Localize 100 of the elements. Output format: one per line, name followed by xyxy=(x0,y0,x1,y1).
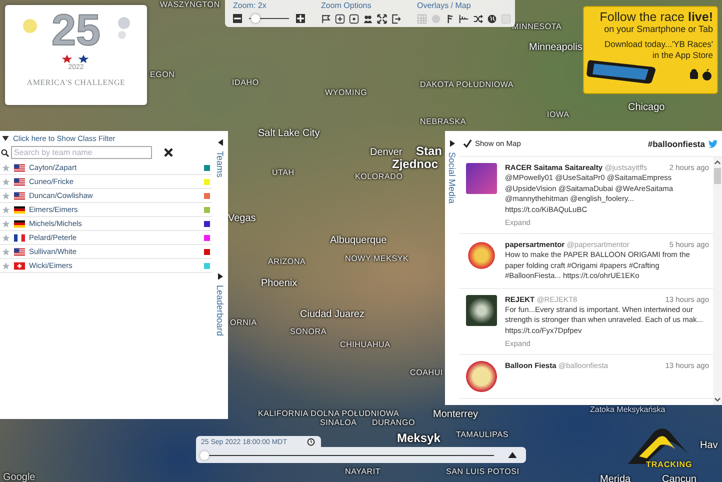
map-label: Phoenix xyxy=(261,278,298,289)
flag-icon xyxy=(14,262,25,270)
map-label: DURANGO xyxy=(372,418,415,427)
map-label: Hav xyxy=(700,440,718,451)
avatar-image xyxy=(466,361,497,392)
map-label: KOLORADO xyxy=(355,172,403,181)
expand-icon[interactable] xyxy=(377,14,387,24)
star-icon[interactable] xyxy=(2,164,10,172)
map-label: NOWY MEKSYK xyxy=(345,254,409,263)
ad-store-text: in the App Store xyxy=(652,50,713,61)
map-label: CHIHUAHUA xyxy=(340,340,390,349)
scroll-down-icon[interactable] xyxy=(714,397,721,402)
zoom-in-button[interactable] xyxy=(296,14,305,23)
map-label: Chicago xyxy=(628,102,665,113)
bird-icon xyxy=(708,140,718,148)
hashtag-title: #balloonfiesta xyxy=(648,138,705,148)
map-label: WASZYNGTON xyxy=(160,0,220,9)
map-label: SAN LUIS POTOSI xyxy=(446,467,520,476)
check-icon xyxy=(463,139,472,148)
leaderboard-tab[interactable]: Leaderboard xyxy=(212,272,228,336)
star-icon[interactable] xyxy=(2,220,10,228)
map-label: ORNIA xyxy=(230,318,257,327)
plus-icon xyxy=(296,14,305,23)
balloons-icon xyxy=(117,17,131,39)
map-label: Albuquerque xyxy=(330,235,387,246)
map-label: Salt Lake City xyxy=(258,128,320,139)
star-icon[interactable] xyxy=(2,206,10,214)
map-label: Stan xyxy=(416,144,442,158)
flag-icon[interactable] xyxy=(321,14,331,24)
map-label: ARIZONA xyxy=(268,257,306,266)
star-icon[interactable] xyxy=(2,192,10,200)
star-icon[interactable] xyxy=(2,178,10,186)
expand-right-icon xyxy=(218,272,222,280)
team-search-field[interactable]: Search by team name xyxy=(11,146,152,159)
scrollbar[interactable] xyxy=(713,157,722,405)
map-label: COAHUI xyxy=(410,368,443,377)
shuffle-icon[interactable] xyxy=(473,14,483,24)
map-label: NAYARIT xyxy=(345,467,381,476)
map-label: Zatoka Meksykańska xyxy=(590,405,666,414)
ad-download-text: Download today...'YB Races' xyxy=(604,39,713,50)
map-label: KALIFORNIA DOLNA POŁUDNIOWA xyxy=(258,409,400,418)
flag-icon xyxy=(14,178,25,186)
timeline-slider[interactable] xyxy=(196,447,526,463)
zoom-out-button[interactable] xyxy=(233,14,242,23)
app-ad-banner[interactable]: Follow the race live! on your Smartphone or Tab Download today...'YB Races' in the App Store xyxy=(583,6,718,94)
map-label: EGON xyxy=(150,70,175,79)
flag-icon xyxy=(14,206,25,214)
collapse-left-icon xyxy=(218,139,222,146)
map-label: Cancun xyxy=(662,474,696,482)
clear-icon[interactable] xyxy=(164,148,173,157)
map-label: SONORA xyxy=(290,327,326,336)
zoom-slider[interactable] xyxy=(249,14,289,23)
map-label: WYOMING xyxy=(325,88,368,97)
ad-subline: on your Smartphone or Tab xyxy=(604,24,713,35)
caret-icon xyxy=(2,136,9,141)
map-label: Denver xyxy=(370,147,402,158)
expand-up-icon[interactable] xyxy=(508,452,517,458)
map-label: TAMAULIPAS xyxy=(456,430,508,439)
avatar-image xyxy=(466,294,497,326)
star-icon[interactable] xyxy=(2,262,10,270)
exit-icon[interactable] xyxy=(391,14,401,24)
scroll-up-icon[interactable] xyxy=(714,160,721,165)
map-label: Vegas xyxy=(228,213,256,224)
stars-icon xyxy=(61,54,91,63)
flag-icon xyxy=(14,234,25,242)
map-label: IDAHO xyxy=(232,78,259,87)
map-label: Zjednoc xyxy=(392,157,438,171)
target-icon[interactable] xyxy=(349,14,359,24)
zoom-options-label: Zoom Options xyxy=(321,1,372,11)
expand-right-icon xyxy=(450,140,454,147)
map-label: MINNESOTA xyxy=(512,22,562,31)
search-icon xyxy=(1,148,9,156)
clock-icon[interactable] xyxy=(307,438,316,446)
globe-icon[interactable] xyxy=(487,14,497,24)
star-icon[interactable] xyxy=(2,234,10,242)
map-label: Google xyxy=(3,472,36,482)
map-label: SINALOA xyxy=(320,418,357,427)
map-label: Ciudad Juarez xyxy=(300,309,364,320)
flag-icon xyxy=(14,164,25,172)
scroll-thumb[interactable] xyxy=(714,168,721,184)
map-label: Meksyk xyxy=(397,431,440,445)
map-label: Minneapolis xyxy=(529,42,582,53)
map-label: Merida xyxy=(600,474,631,482)
platform-icon xyxy=(689,69,713,81)
avatar-image xyxy=(466,163,497,194)
map-label: UTAH xyxy=(272,168,294,177)
map-label: IOWA xyxy=(547,110,570,119)
tracking-logo-text: TRACKING xyxy=(646,460,692,469)
map-label: DAKOTA POŁUDNIOWA xyxy=(420,80,514,89)
map-label: NEBRASKA xyxy=(420,117,466,126)
overlays-label: Overlays / Map xyxy=(417,1,472,11)
logo-name: AMERICA'S CHALLENGE xyxy=(26,78,126,87)
star-icon[interactable] xyxy=(2,248,10,256)
zoom-in-icon[interactable] xyxy=(335,14,345,24)
social-media-tab[interactable]: Social Media xyxy=(445,131,459,405)
flag-icon xyxy=(14,248,25,256)
zoom-label: Zoom: 2x xyxy=(233,1,268,11)
logo-number: 25 xyxy=(52,9,100,53)
teams-tab[interactable]: Teams xyxy=(212,139,228,178)
group-icon[interactable] xyxy=(363,14,373,24)
